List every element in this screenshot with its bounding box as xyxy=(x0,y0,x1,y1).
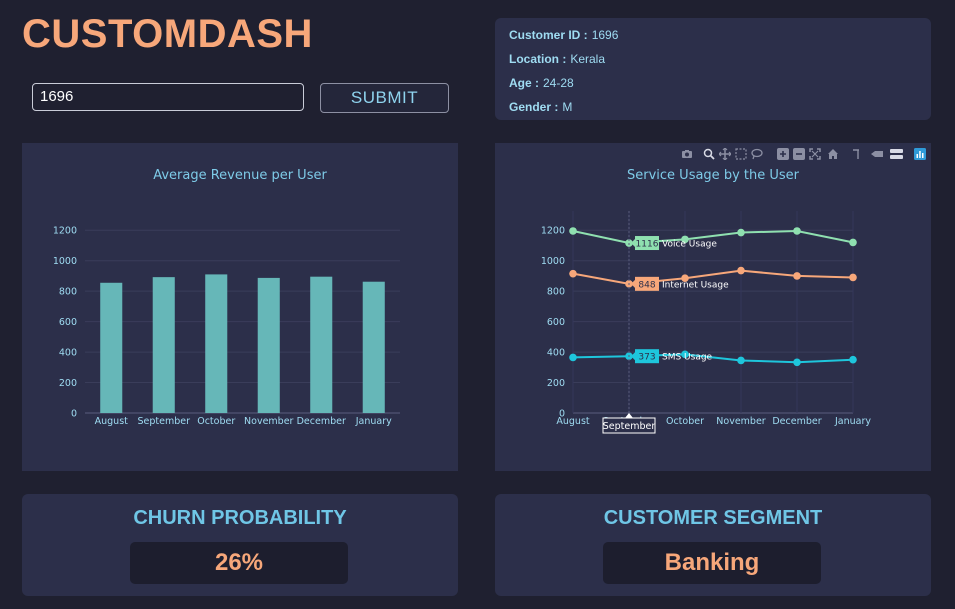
customer-id-label: Customer ID : xyxy=(509,28,588,42)
submit-button[interactable]: SUBMIT xyxy=(320,83,449,113)
gender-label: Gender : xyxy=(509,100,559,114)
usage-chart-panel: Service Usage by the User 0 200 400 600 800 1… xyxy=(495,143,931,471)
bar-december xyxy=(310,276,333,413)
bar-january xyxy=(362,281,385,413)
customer-id-row: Customer ID :1696 xyxy=(509,28,618,42)
hover-label-voice-usage: 1116 Voice Usage xyxy=(631,236,717,251)
data-point xyxy=(793,358,801,367)
location-value: Kerala xyxy=(570,52,606,66)
churn-card: CHURN PROBABILITY 26% xyxy=(22,494,458,596)
customer-id-value: 1696 xyxy=(591,28,619,42)
y-tick-label: 400 xyxy=(59,348,77,359)
y-tick-label: 1000 xyxy=(53,256,77,267)
churn-title: CHURN PROBABILITY xyxy=(133,507,347,529)
y-tick-label: 600 xyxy=(59,317,77,328)
hover-value: 373 xyxy=(638,353,655,363)
hover-series-name: Internet Usage xyxy=(662,280,729,290)
data-point xyxy=(793,272,801,280)
y-tick-label: 200 xyxy=(547,378,565,389)
data-point xyxy=(569,353,577,362)
age-value: 24-28 xyxy=(543,76,574,90)
hover-pointer xyxy=(631,239,635,248)
segment-title: CUSTOMER SEGMENT xyxy=(603,507,823,529)
data-point xyxy=(569,269,577,278)
hover-label-sms-usage: 373 SMS Usage xyxy=(631,349,713,364)
data-point xyxy=(569,227,577,235)
gender-value: M xyxy=(562,100,573,114)
location-row: Location : Kerala xyxy=(509,52,605,66)
hover-value: 848 xyxy=(638,280,655,290)
data-point xyxy=(793,227,801,235)
x-tick-label: November xyxy=(716,416,766,427)
segment-card: CUSTOMER SEGMENT Banking xyxy=(495,494,931,596)
churn-value: 26% xyxy=(130,542,348,584)
y-tick-label: 600 xyxy=(547,317,565,328)
y-tick-label: 400 xyxy=(547,348,565,359)
data-point xyxy=(849,238,857,247)
x-tick-label: August xyxy=(95,416,129,427)
data-point xyxy=(849,355,857,364)
y-tick-label: 1200 xyxy=(541,226,565,237)
series-line-sms-usage xyxy=(572,353,854,364)
y-tick-label: 800 xyxy=(59,287,77,298)
x-tick-label: December xyxy=(297,416,346,427)
data-point xyxy=(737,356,745,365)
age-row: Age : 24-28 xyxy=(509,76,574,90)
location-label: Location : xyxy=(509,52,567,66)
customer-id-input[interactable] xyxy=(32,83,304,111)
y-tick-label: 1000 xyxy=(541,256,565,267)
x-tick-label: September xyxy=(137,416,190,427)
bar-october xyxy=(205,274,228,413)
y-tick-label: 800 xyxy=(547,287,565,298)
y-tick-label: 1200 xyxy=(53,226,77,237)
data-point xyxy=(737,228,745,237)
arpu-bar-chart[interactable]: 0 200 400 600 800 1000 1200 August September Octo… xyxy=(22,143,458,471)
x-tick-label: January xyxy=(355,416,392,427)
customer-info-card: Customer ID :1696 Location : Kerala Age :… xyxy=(495,18,931,120)
y-tick-label: 0 xyxy=(71,409,77,420)
app-title: CUSTOMDASH xyxy=(22,12,313,56)
hover-category-label: September xyxy=(603,421,656,432)
x-tick-label: October xyxy=(666,416,704,427)
x-tick-label: November xyxy=(244,416,294,427)
bar-november xyxy=(257,277,280,413)
arpu-chart-panel: Average Revenue per User 0 200 400 600 800 10… xyxy=(22,143,458,471)
hover-series-name: SMS Usage xyxy=(662,353,713,363)
data-point xyxy=(849,273,857,282)
hover-pointer xyxy=(631,352,635,361)
bar-september xyxy=(152,277,175,413)
y-tick-label: 200 xyxy=(59,378,77,389)
segment-value: Banking xyxy=(603,542,821,584)
age-label: Age : xyxy=(509,76,539,90)
usage-line-chart[interactable]: 020040060080010001200AugustSeptemberOcto… xyxy=(495,143,931,471)
hover-pointer xyxy=(631,279,635,288)
x-tick-label: December xyxy=(772,416,821,427)
x-tick-label: January xyxy=(834,416,871,427)
x-tick-label: October xyxy=(197,416,235,427)
hover-value: 1116 xyxy=(636,240,659,250)
x-tick-label: August xyxy=(556,416,590,427)
bar-august xyxy=(100,282,123,413)
hover-series-name: Voice Usage xyxy=(662,240,717,250)
gender-row: Gender :M xyxy=(509,100,572,114)
data-point xyxy=(737,266,745,275)
